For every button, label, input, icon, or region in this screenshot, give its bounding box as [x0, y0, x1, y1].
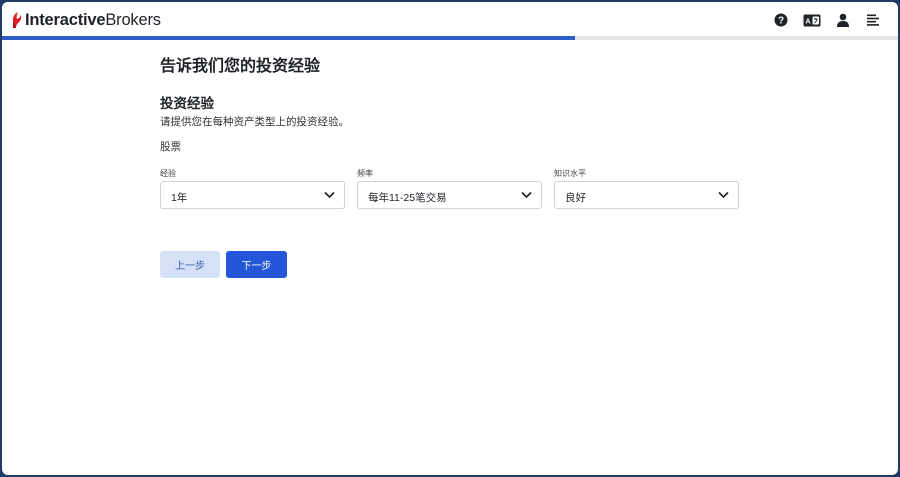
- brand-name-bold: Interactive: [25, 11, 106, 29]
- brand-name-regular: Brokers: [105, 11, 161, 29]
- svg-text:?: ?: [778, 16, 784, 27]
- chevron-down-icon: [521, 191, 532, 199]
- knowledge-level-label: 知识水平: [554, 169, 586, 178]
- help-button[interactable]: ?: [771, 11, 791, 29]
- progress-track: [2, 36, 898, 40]
- page-title: 告诉我们您的投资经验: [160, 58, 321, 75]
- app-window: InteractiveBrokers ? A 告诉我们您的投资经验 投资经验 请…: [2, 2, 898, 475]
- chevron-down-icon: [718, 191, 729, 199]
- brand-logo[interactable]: InteractiveBrokers: [11, 10, 161, 30]
- menu-button[interactable]: [864, 11, 884, 29]
- section-description: 请提供您在每种资产类型上的投资经验。: [160, 116, 349, 128]
- svg-text:A: A: [805, 16, 811, 25]
- chevron-down-icon: [324, 191, 335, 199]
- next-button[interactable]: 下一步: [226, 251, 287, 278]
- previous-button[interactable]: 上一步: [160, 251, 220, 278]
- top-header: InteractiveBrokers ? A: [2, 2, 898, 36]
- language-button[interactable]: A: [802, 11, 822, 29]
- brand-name: InteractiveBrokers: [25, 10, 161, 30]
- user-button[interactable]: [833, 11, 853, 29]
- experience-label: 经验: [160, 169, 176, 178]
- section-title: 投资经验: [160, 96, 214, 111]
- knowledge-level-value: 良好: [565, 192, 586, 204]
- frequency-value: 每年11-25笔交易: [368, 192, 447, 204]
- language-icon: A: [803, 14, 821, 26]
- ib-logo-icon: [13, 12, 22, 28]
- progress-fill: [2, 36, 576, 40]
- experience-value: 1年: [171, 192, 188, 204]
- user-icon: [837, 13, 849, 27]
- frequency-select[interactable]: 每年11-25笔交易: [357, 181, 542, 209]
- knowledge-level-select[interactable]: 良好: [554, 181, 739, 209]
- menu-icon: [867, 14, 879, 26]
- frequency-label: 频率: [357, 169, 373, 178]
- help-icon: ?: [774, 13, 788, 27]
- header-actions: ? A: [760, 11, 884, 29]
- asset-class-label: 股票: [160, 141, 181, 153]
- experience-select[interactable]: 1年: [160, 181, 345, 209]
